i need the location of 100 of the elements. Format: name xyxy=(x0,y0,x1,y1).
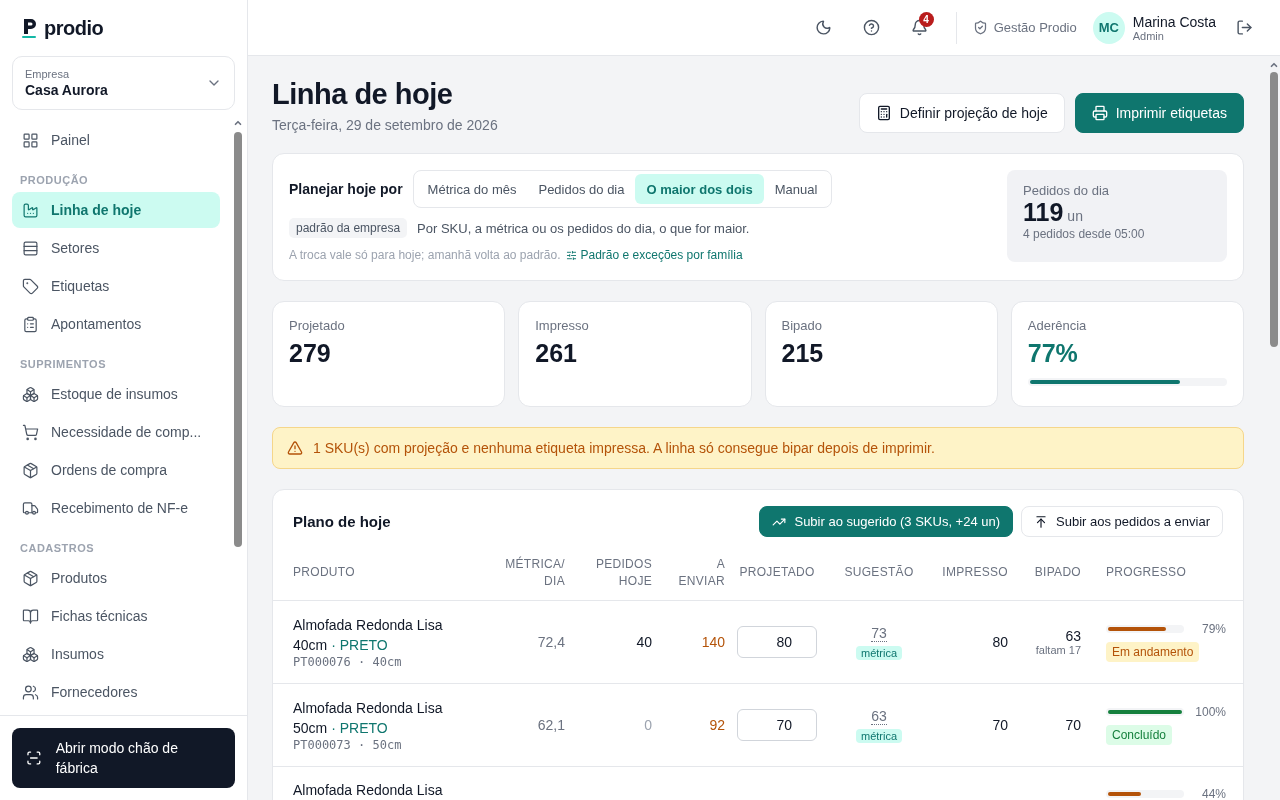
sidebar-item[interactable]: Produtos xyxy=(12,560,220,596)
product-name: Almofada Redonda Lisa 40cm · PRETO xyxy=(293,616,444,655)
nav-icon xyxy=(22,423,39,441)
scrollbar-thumb[interactable] xyxy=(1270,72,1278,347)
column-header: PROJETADO xyxy=(738,564,816,581)
remaining-text: faltam 17 xyxy=(1034,644,1081,656)
projected-input[interactable]: 70 xyxy=(737,709,817,741)
stat-value: 261 xyxy=(535,339,578,368)
metric-value: 62,1 xyxy=(537,717,565,733)
page-date: Terça-feira, 29 de setembro de 2026 xyxy=(272,117,498,133)
product-name: Almofada Redonda Lisa xyxy=(293,781,444,800)
progress-percent: 79% xyxy=(1200,622,1226,636)
product-name: Almofada Redonda Lisa 50cm · PRETO xyxy=(293,699,444,738)
scan-icon xyxy=(26,750,42,766)
plan-note: A troca vale só para hoje; amanhã volta ao padrão. xyxy=(289,248,561,262)
printed-value: 70 xyxy=(992,717,1008,733)
scroll-up-icon[interactable] xyxy=(233,118,243,128)
moon-icon xyxy=(815,19,833,36)
orders-unit: un xyxy=(1067,208,1083,224)
suggestion-tag: métrica xyxy=(855,728,903,743)
company-selector[interactable]: Empresa Casa Aurora xyxy=(12,56,235,110)
brand-name: prodio xyxy=(44,16,104,40)
logout-icon xyxy=(1235,19,1253,36)
printer-icon xyxy=(1091,105,1108,121)
calculator-icon xyxy=(875,105,892,121)
workspace-name: Gestão Prodio xyxy=(993,20,1077,35)
warning-text: 1 SKU(s) com projeção e nenhuma etiqueta impressa. A linha só consegue bipar depois de imprimir. xyxy=(313,440,935,456)
product-sku: PT000076 · 40cm xyxy=(293,655,403,669)
sidebar-item[interactable]: Apontamentos xyxy=(12,306,220,342)
to-send-value: 140 xyxy=(701,634,725,650)
section-heading: CADASTROS xyxy=(19,541,96,556)
user-name: Marina Costa xyxy=(1132,13,1216,30)
action-button[interactable]: Imprimir etiquetas xyxy=(1074,93,1244,133)
arrow-up-icon xyxy=(1034,514,1049,529)
family-rules-link[interactable]: Padrão e exceções por família xyxy=(565,248,743,262)
nav-icon xyxy=(22,645,39,663)
plan-mode-option[interactable]: Manual xyxy=(763,174,829,204)
plan-description: Por SKU, a métrica ou os pedidos do dia, o que for maior. xyxy=(417,220,750,236)
scrollbar-thumb[interactable] xyxy=(234,132,242,547)
sidebar-item[interactable]: Necessidade de comp... xyxy=(12,414,220,450)
orders-value: 119 xyxy=(1023,198,1064,226)
section-heading: SUPRIMENTOS xyxy=(19,357,107,372)
plan-mode-option[interactable]: Pedidos do dia xyxy=(527,174,636,204)
sidebar-item[interactable]: Ordens de compra xyxy=(12,452,220,488)
table-action-button[interactable]: Subir ao sugerido (3 SKUs, +24 un) xyxy=(759,506,1014,537)
sidebar-item[interactable]: Insumos xyxy=(12,636,220,672)
plan-label: Planejar hoje por xyxy=(289,181,403,197)
progress-percent: 100% xyxy=(1194,705,1226,719)
user-avatar: MC xyxy=(1092,11,1125,44)
sidebar-item[interactable]: Etiquetas xyxy=(12,268,220,304)
printed-value: 80 xyxy=(992,634,1008,650)
table-action-button[interactable]: Subir aos pedidos a enviar xyxy=(1021,506,1223,537)
progress-percent: 44% xyxy=(1200,787,1226,800)
sidebar-item[interactable]: Linha de hoje xyxy=(12,192,220,228)
stat-label: Projetado xyxy=(289,318,346,333)
scroll-up-icon[interactable] xyxy=(1269,60,1279,70)
sidebar-item[interactable]: Estoque de insumos xyxy=(12,376,220,412)
nav-icon xyxy=(22,239,39,257)
stat-label: Bipado xyxy=(781,318,823,333)
plan-mode-option[interactable]: O maior dos dois xyxy=(635,174,764,204)
nav-icon xyxy=(22,315,39,333)
sidebar-item[interactable]: Setores xyxy=(12,230,220,266)
nav-icon xyxy=(22,201,39,219)
nav-icon xyxy=(22,277,39,295)
sidebar-item[interactable]: Fichas técnicas xyxy=(12,598,220,634)
column-header: PEDIDOS HOJE xyxy=(594,555,652,590)
table-title: Plano de hoje xyxy=(293,513,391,530)
nav-icon xyxy=(22,461,39,479)
orders-label: Pedidos do dia xyxy=(1023,183,1110,198)
column-header: BIPADO xyxy=(1033,564,1081,581)
stat-label: Impresso xyxy=(535,318,590,333)
column-header: IMPRESSO xyxy=(941,564,1008,581)
warning-icon xyxy=(287,440,303,456)
product-sku: PT000073 · 50cm xyxy=(293,738,403,752)
suggestion-value[interactable]: 73 xyxy=(871,624,887,642)
scanned-value: 70 xyxy=(1064,717,1081,733)
column-header: A ENVIAR xyxy=(677,555,725,590)
sidebar-item[interactable]: Fornecedores xyxy=(12,674,220,710)
sidebar-item[interactable]: Recebimento de NF-e xyxy=(12,490,220,526)
user-role: Admin xyxy=(1132,29,1165,42)
suggestion-value[interactable]: 63 xyxy=(871,707,887,725)
column-header: MÉTRICA/ DIA xyxy=(504,555,565,590)
action-button[interactable]: Definir projeção de hoje xyxy=(858,93,1065,133)
sidebar-item[interactable]: Painel xyxy=(12,122,220,158)
stat-label: Aderência xyxy=(1027,318,1088,333)
stat-value: 77% xyxy=(1027,339,1079,368)
notifications-button[interactable]: 4 xyxy=(899,7,940,48)
prodio-logo-icon xyxy=(22,17,38,39)
projected-input[interactable]: 80 xyxy=(737,626,817,658)
nav-icon xyxy=(22,131,39,149)
plan-mode-option[interactable]: Métrica do mês xyxy=(416,174,528,204)
page-title: Linha de hoje xyxy=(272,78,454,111)
stat-value: 215 xyxy=(781,339,825,368)
column-header: PRODUTO xyxy=(293,564,356,581)
factory-mode-button[interactable]: Abrir modo chão de fábrica xyxy=(12,728,235,788)
nav-icon xyxy=(22,569,39,587)
section-heading: PRODUÇÃO xyxy=(19,173,90,188)
sliders-icon xyxy=(565,249,577,261)
metric-value: 72,4 xyxy=(537,634,565,650)
orders-today: 40 xyxy=(636,634,652,650)
